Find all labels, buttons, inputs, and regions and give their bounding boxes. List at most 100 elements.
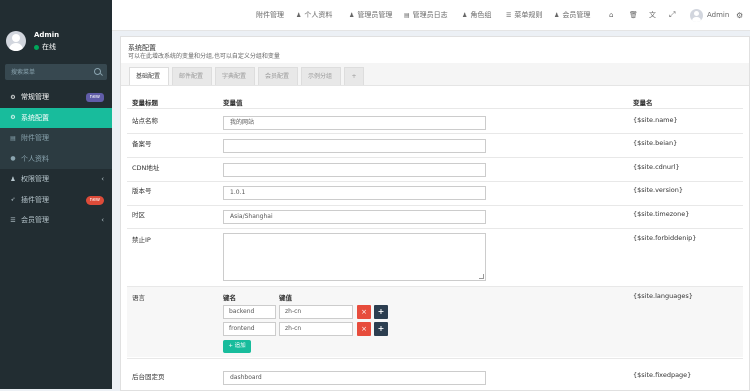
- tab-member[interactable]: 会员配置: [258, 67, 298, 85]
- sidebar-item-general[interactable]: ⚙ 常规管理 new: [0, 87, 112, 108]
- drag-handle-button[interactable]: +: [374, 322, 388, 336]
- topnav-admin-mgmt[interactable]: ♟ 管理员管理: [349, 0, 392, 30]
- sidebar-item-plugins[interactable]: ➶ 插件管理 new: [0, 190, 112, 211]
- topnav-role-group[interactable]: ♟ 角色组: [462, 0, 491, 30]
- sidebar-search-input[interactable]: [5, 64, 89, 80]
- trash-icon[interactable]: 🗑: [629, 0, 638, 30]
- col-value-header: 变量值: [223, 99, 243, 107]
- lang-key-header: 键名: [223, 294, 236, 302]
- list-icon: ☰: [10, 216, 16, 224]
- sidebar-item-auth[interactable]: ♟ 权限管理 ‹: [0, 169, 112, 190]
- sidebar-menu: ⚙ 常规管理 new ⚙ 系统配置 ▤ 附件管理 ● 个人资料 ♟ 权限管理 ‹…: [0, 87, 112, 231]
- settings-gear-icon[interactable]: ⚙: [736, 0, 743, 30]
- var-fixedpage: {$site.fixedpage}: [633, 371, 692, 379]
- sidebar-search: [5, 64, 107, 80]
- search-icon[interactable]: [94, 68, 101, 75]
- sidebar-item-label: 权限管理: [21, 175, 49, 184]
- tab-basic[interactable]: 基础配置: [129, 67, 169, 85]
- fixedpage-input[interactable]: dashboard: [223, 371, 486, 385]
- lang-key-input[interactable]: frontend: [223, 322, 276, 336]
- append-button[interactable]: + 追加: [223, 340, 251, 353]
- var-timezone: {$site.timezone}: [633, 210, 690, 218]
- lang-key-input[interactable]: backend: [223, 305, 276, 319]
- row-label-forbiddenip: 禁止IP: [132, 236, 151, 244]
- sidebar-item-attachment[interactable]: ▤ 附件管理: [0, 128, 112, 149]
- tab-email[interactable]: 邮件配置: [172, 67, 212, 85]
- row-label-fixedpage: 后台固定页: [132, 373, 165, 381]
- lang-value-header: 键值: [279, 294, 292, 302]
- tab-dictionary[interactable]: 字典配置: [215, 67, 255, 85]
- sidebar-item-profile[interactable]: ● 个人资料: [0, 148, 112, 169]
- sidebar-item-label: 系统配置: [21, 113, 49, 122]
- site-name-input[interactable]: 我的网站: [223, 116, 486, 130]
- topnav-label: 管理员日志: [412, 11, 448, 19]
- lang-value-input[interactable]: zh-cn: [279, 322, 353, 336]
- sidebar-item-label: 常规管理: [21, 93, 49, 102]
- sidebar: Admin 在线 ⚙ 常规管理 new ⚙ 系统配置 ▤ 附件管理 ● 个人资料…: [0, 0, 112, 389]
- user-panel: Admin 在线: [0, 0, 112, 60]
- chevron-left-icon: ‹: [101, 216, 104, 224]
- row-label-version: 版本号: [132, 187, 152, 195]
- row-label-cdnurl: CDN地址: [132, 164, 160, 172]
- user-icon: ♟: [296, 11, 302, 19]
- topnav-label: 管理员管理: [357, 11, 393, 19]
- new-badge: new: [85, 93, 104, 102]
- divider: [127, 181, 743, 182]
- topnav-label: 会员管理: [562, 11, 591, 19]
- beian-input[interactable]: [223, 139, 486, 153]
- divider: [127, 358, 743, 359]
- row-label-name: 站点名称: [132, 117, 158, 125]
- config-panel: 系统配置 可以在此增改系统的变量和分组,也可以自定义分组和变量 基础配置 邮件配…: [120, 36, 750, 391]
- sidebar-item-members[interactable]: ☰ 会员管理 ‹: [0, 210, 112, 231]
- topnav-attachment[interactable]: 附件管理: [256, 0, 284, 30]
- cdnurl-input[interactable]: [223, 163, 486, 177]
- timezone-input[interactable]: Asia/Shanghai: [223, 210, 486, 224]
- divider: [127, 133, 743, 134]
- new-badge: new: [85, 195, 104, 205]
- divider: [127, 228, 743, 229]
- append-label: 追加: [234, 343, 246, 349]
- var-forbiddenip: {$site.forbiddenip}: [633, 234, 697, 242]
- row-label-beian: 备案号: [132, 140, 152, 148]
- var-beian: {$site.beian}: [633, 139, 678, 147]
- delete-row-button[interactable]: ×: [357, 322, 371, 336]
- topnav-user[interactable]: Admin: [707, 0, 729, 30]
- chevron-left-icon: ‹: [101, 175, 104, 183]
- sidebar-item-system-config[interactable]: ⚙ 系统配置: [0, 107, 112, 128]
- user-status: 在线: [34, 42, 56, 52]
- tab-add[interactable]: +: [344, 67, 364, 85]
- var-name: {$site.name}: [633, 116, 678, 124]
- bars-icon: ☰: [506, 11, 512, 19]
- drag-handle-button[interactable]: +: [374, 305, 388, 319]
- topnav-menu-rules[interactable]: ☰ 菜单规则: [506, 0, 542, 30]
- language-icon[interactable]: 文: [649, 0, 656, 30]
- cogs-icon: ⚙: [10, 93, 16, 101]
- online-dot-icon: [34, 44, 39, 50]
- user-status-text: 在线: [42, 43, 56, 51]
- list-alt-icon: ▤: [404, 11, 410, 19]
- tab-example-group[interactable]: 示例分组: [301, 67, 341, 85]
- var-cdnurl: {$site.cdnurl}: [633, 163, 680, 171]
- page-subtitle: 可以在此增改系统的变量和分组,也可以自定义分组和变量: [128, 53, 280, 60]
- topnav-member-mgmt[interactable]: ♟ 会员管理: [554, 0, 590, 30]
- group-icon: ♟: [10, 175, 16, 183]
- sidebar-item-label: 会员管理: [21, 216, 49, 225]
- col-title-header: 变量标题: [132, 99, 158, 107]
- forbiddenip-textarea[interactable]: [223, 233, 486, 281]
- topbar-avatar[interactable]: [690, 9, 703, 22]
- topnav-admin-log[interactable]: ▤ 管理员日志: [404, 0, 448, 30]
- home-icon[interactable]: ⌂: [609, 0, 613, 30]
- fullscreen-icon[interactable]: ⤢: [669, 0, 675, 30]
- divider: [127, 157, 743, 158]
- row-label-languages: 语言: [132, 294, 145, 302]
- topnav-profile[interactable]: ♟ 个人资料: [296, 0, 332, 30]
- file-icon: ▤: [10, 134, 16, 142]
- plus-icon: +: [228, 343, 233, 349]
- lang-value-input[interactable]: zh-cn: [279, 305, 353, 319]
- topnav-label: 角色组: [470, 11, 492, 19]
- topnav-user-label: Admin: [707, 11, 730, 19]
- delete-row-button[interactable]: ×: [357, 305, 371, 319]
- group-icon: ♟: [462, 11, 468, 19]
- user-icon: ♟: [554, 11, 560, 19]
- version-input[interactable]: 1.0.1: [223, 186, 486, 200]
